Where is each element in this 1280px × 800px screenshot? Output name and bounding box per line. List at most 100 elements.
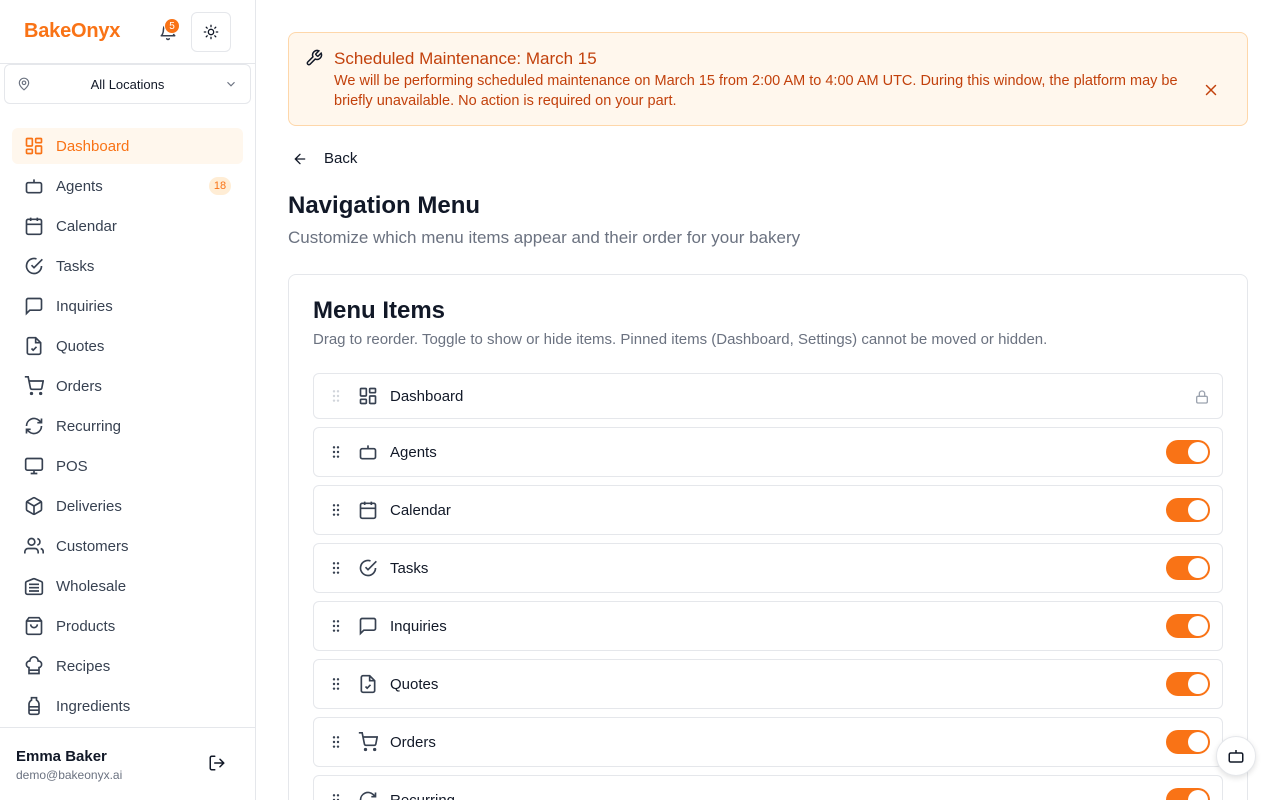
- sidebar-item-label: Recipes: [56, 657, 111, 675]
- check-circle-icon: [359, 559, 377, 577]
- visibility-toggle[interactable]: [1166, 730, 1210, 754]
- sidebar-item-calendar[interactable]: Calendar: [12, 208, 243, 244]
- grip-vertical-icon[interactable]: [328, 618, 344, 634]
- menu-items-card: Menu Items Drag to reorder. Toggle to sh…: [288, 274, 1248, 800]
- shopping-bag-icon: [25, 616, 43, 636]
- sidebar-item-ingredients[interactable]: Ingredients: [12, 688, 243, 724]
- assistant-fab-button[interactable]: [1216, 736, 1256, 776]
- sidebar-item-label: Inquiries: [56, 297, 113, 315]
- sidebar-item-recipes[interactable]: Recipes: [12, 648, 243, 684]
- sidebar-item-orders[interactable]: Orders: [12, 368, 243, 404]
- sidebar-item-label: Recurring: [56, 417, 122, 435]
- maintenance-alert: Scheduled Maintenance: March 15 We will …: [288, 32, 1248, 126]
- user-email: demo@bakeonyx.ai: [16, 768, 123, 782]
- brand-logo[interactable]: BakeOnyx: [24, 20, 120, 43]
- sidebar-item-dashboard[interactable]: Dashboard: [12, 128, 243, 164]
- bot-icon: [1228, 750, 1244, 763]
- menu-item-quotes[interactable]: Quotes: [313, 659, 1223, 709]
- sidebar-item-label: Tasks: [56, 257, 95, 275]
- sidebar-item-quotes[interactable]: Quotes: [12, 328, 243, 364]
- visibility-toggle[interactable]: [1166, 556, 1210, 580]
- cart-icon: [24, 376, 44, 396]
- refresh-icon: [359, 791, 377, 800]
- menu-item-inquiries[interactable]: Inquiries: [313, 601, 1223, 651]
- grip-vertical-icon[interactable]: [328, 734, 344, 750]
- bot-icon: [359, 445, 377, 460]
- lock-icon: [1196, 390, 1208, 404]
- sidebar-item-label: Ingredients: [56, 697, 131, 715]
- page-title: Navigation Menu: [288, 192, 481, 219]
- visibility-toggle[interactable]: [1166, 788, 1210, 800]
- warehouse-icon: [24, 577, 44, 596]
- menu-item-tasks[interactable]: Tasks: [313, 543, 1223, 593]
- menu-item-label: Recurring: [390, 792, 455, 800]
- sidebar-item-pos[interactable]: POS: [12, 448, 243, 484]
- grip-vertical-icon: [332, 390, 340, 402]
- chevron-down-icon: [227, 81, 235, 87]
- visibility-toggle[interactable]: [1166, 440, 1210, 464]
- cart-icon: [358, 732, 378, 752]
- location-select-value: All Locations: [90, 76, 165, 92]
- sidebar-item-wholesale[interactable]: Wholesale: [12, 568, 243, 604]
- menu-item-orders[interactable]: Orders: [313, 717, 1223, 767]
- grip-vertical-icon[interactable]: [328, 444, 344, 460]
- notification-count-badge: 5: [164, 18, 180, 34]
- ingredients-icon: [28, 696, 40, 716]
- sidebar-item-label: Deliveries: [56, 497, 122, 515]
- file-check-icon: [26, 336, 42, 356]
- visibility-toggle[interactable]: [1166, 498, 1210, 522]
- sidebar-item-label: Orders: [56, 377, 102, 395]
- sidebar-item-label: Calendar: [56, 217, 117, 235]
- sun-icon: [203, 24, 219, 40]
- sidebar-item-customers[interactable]: Customers: [12, 528, 243, 564]
- sidebar-item-label: Customers: [56, 537, 129, 555]
- alert-body: We will be performing scheduled maintena…: [334, 73, 1178, 109]
- sidebar-item-deliveries[interactable]: Deliveries: [12, 488, 243, 524]
- menu-item-label: Quotes: [390, 676, 439, 693]
- sidebar-item-label: POS: [56, 457, 88, 475]
- logout-icon[interactable]: [208, 754, 230, 776]
- arrow-left-icon: [294, 153, 306, 164]
- menu-item-agents[interactable]: Agents: [313, 427, 1223, 477]
- message-icon: [359, 617, 377, 636]
- bot-icon: [25, 179, 43, 194]
- sidebar-item-recurring[interactable]: Recurring: [12, 408, 243, 444]
- menu-item-recurring[interactable]: Recurring: [313, 775, 1223, 800]
- theme-toggle-button[interactable]: [191, 12, 231, 52]
- close-icon[interactable]: [1202, 81, 1220, 99]
- back-button[interactable]: Back: [292, 150, 357, 167]
- card-description: Drag to reorder. Toggle to show or hide …: [313, 331, 1048, 348]
- grip-vertical-icon[interactable]: [328, 502, 344, 518]
- dashboard-icon: [25, 137, 43, 155]
- grip-vertical-icon[interactable]: [328, 792, 344, 800]
- sidebar-item-label: Quotes: [56, 337, 105, 355]
- sidebar-item-inquiries[interactable]: Inquiries: [12, 288, 243, 324]
- menu-item-calendar[interactable]: Calendar: [313, 485, 1223, 535]
- grip-vertical-icon[interactable]: [328, 560, 344, 576]
- refresh-icon: [25, 417, 43, 435]
- visibility-toggle[interactable]: [1166, 614, 1210, 638]
- sidebar-item-tasks[interactable]: Tasks: [12, 248, 243, 284]
- sidebar-item-label: Wholesale: [56, 577, 127, 595]
- menu-item-label: Inquiries: [390, 618, 447, 635]
- sidebar-item-agents[interactable]: Agents 18: [12, 168, 243, 204]
- monitor-icon: [24, 457, 44, 475]
- agents-count-badge: 18: [209, 177, 231, 195]
- grip-vertical-icon[interactable]: [328, 676, 344, 692]
- menu-item-label: Tasks: [390, 560, 429, 577]
- page-subtitle: Customize which menu items appear and th…: [288, 228, 801, 247]
- location-select[interactable]: All Locations: [4, 64, 251, 104]
- sidebar-item-label: Agents: [56, 177, 103, 195]
- file-check-icon: [360, 674, 376, 694]
- check-circle-icon: [25, 257, 43, 275]
- menu-item-dashboard: Dashboard: [313, 373, 1223, 419]
- user-profile: Emma Baker demo@bakeonyx.ai: [0, 727, 255, 800]
- users-icon: [24, 537, 44, 554]
- dashboard-icon: [359, 387, 377, 405]
- package-icon: [25, 496, 43, 516]
- map-pin-icon: [18, 77, 30, 91]
- sidebar: BakeOnyx 5 All Locations Dashboard Agent…: [0, 0, 256, 800]
- sidebar-item-products[interactable]: Products: [12, 608, 243, 644]
- calendar-icon: [359, 501, 377, 520]
- visibility-toggle[interactable]: [1166, 672, 1210, 696]
